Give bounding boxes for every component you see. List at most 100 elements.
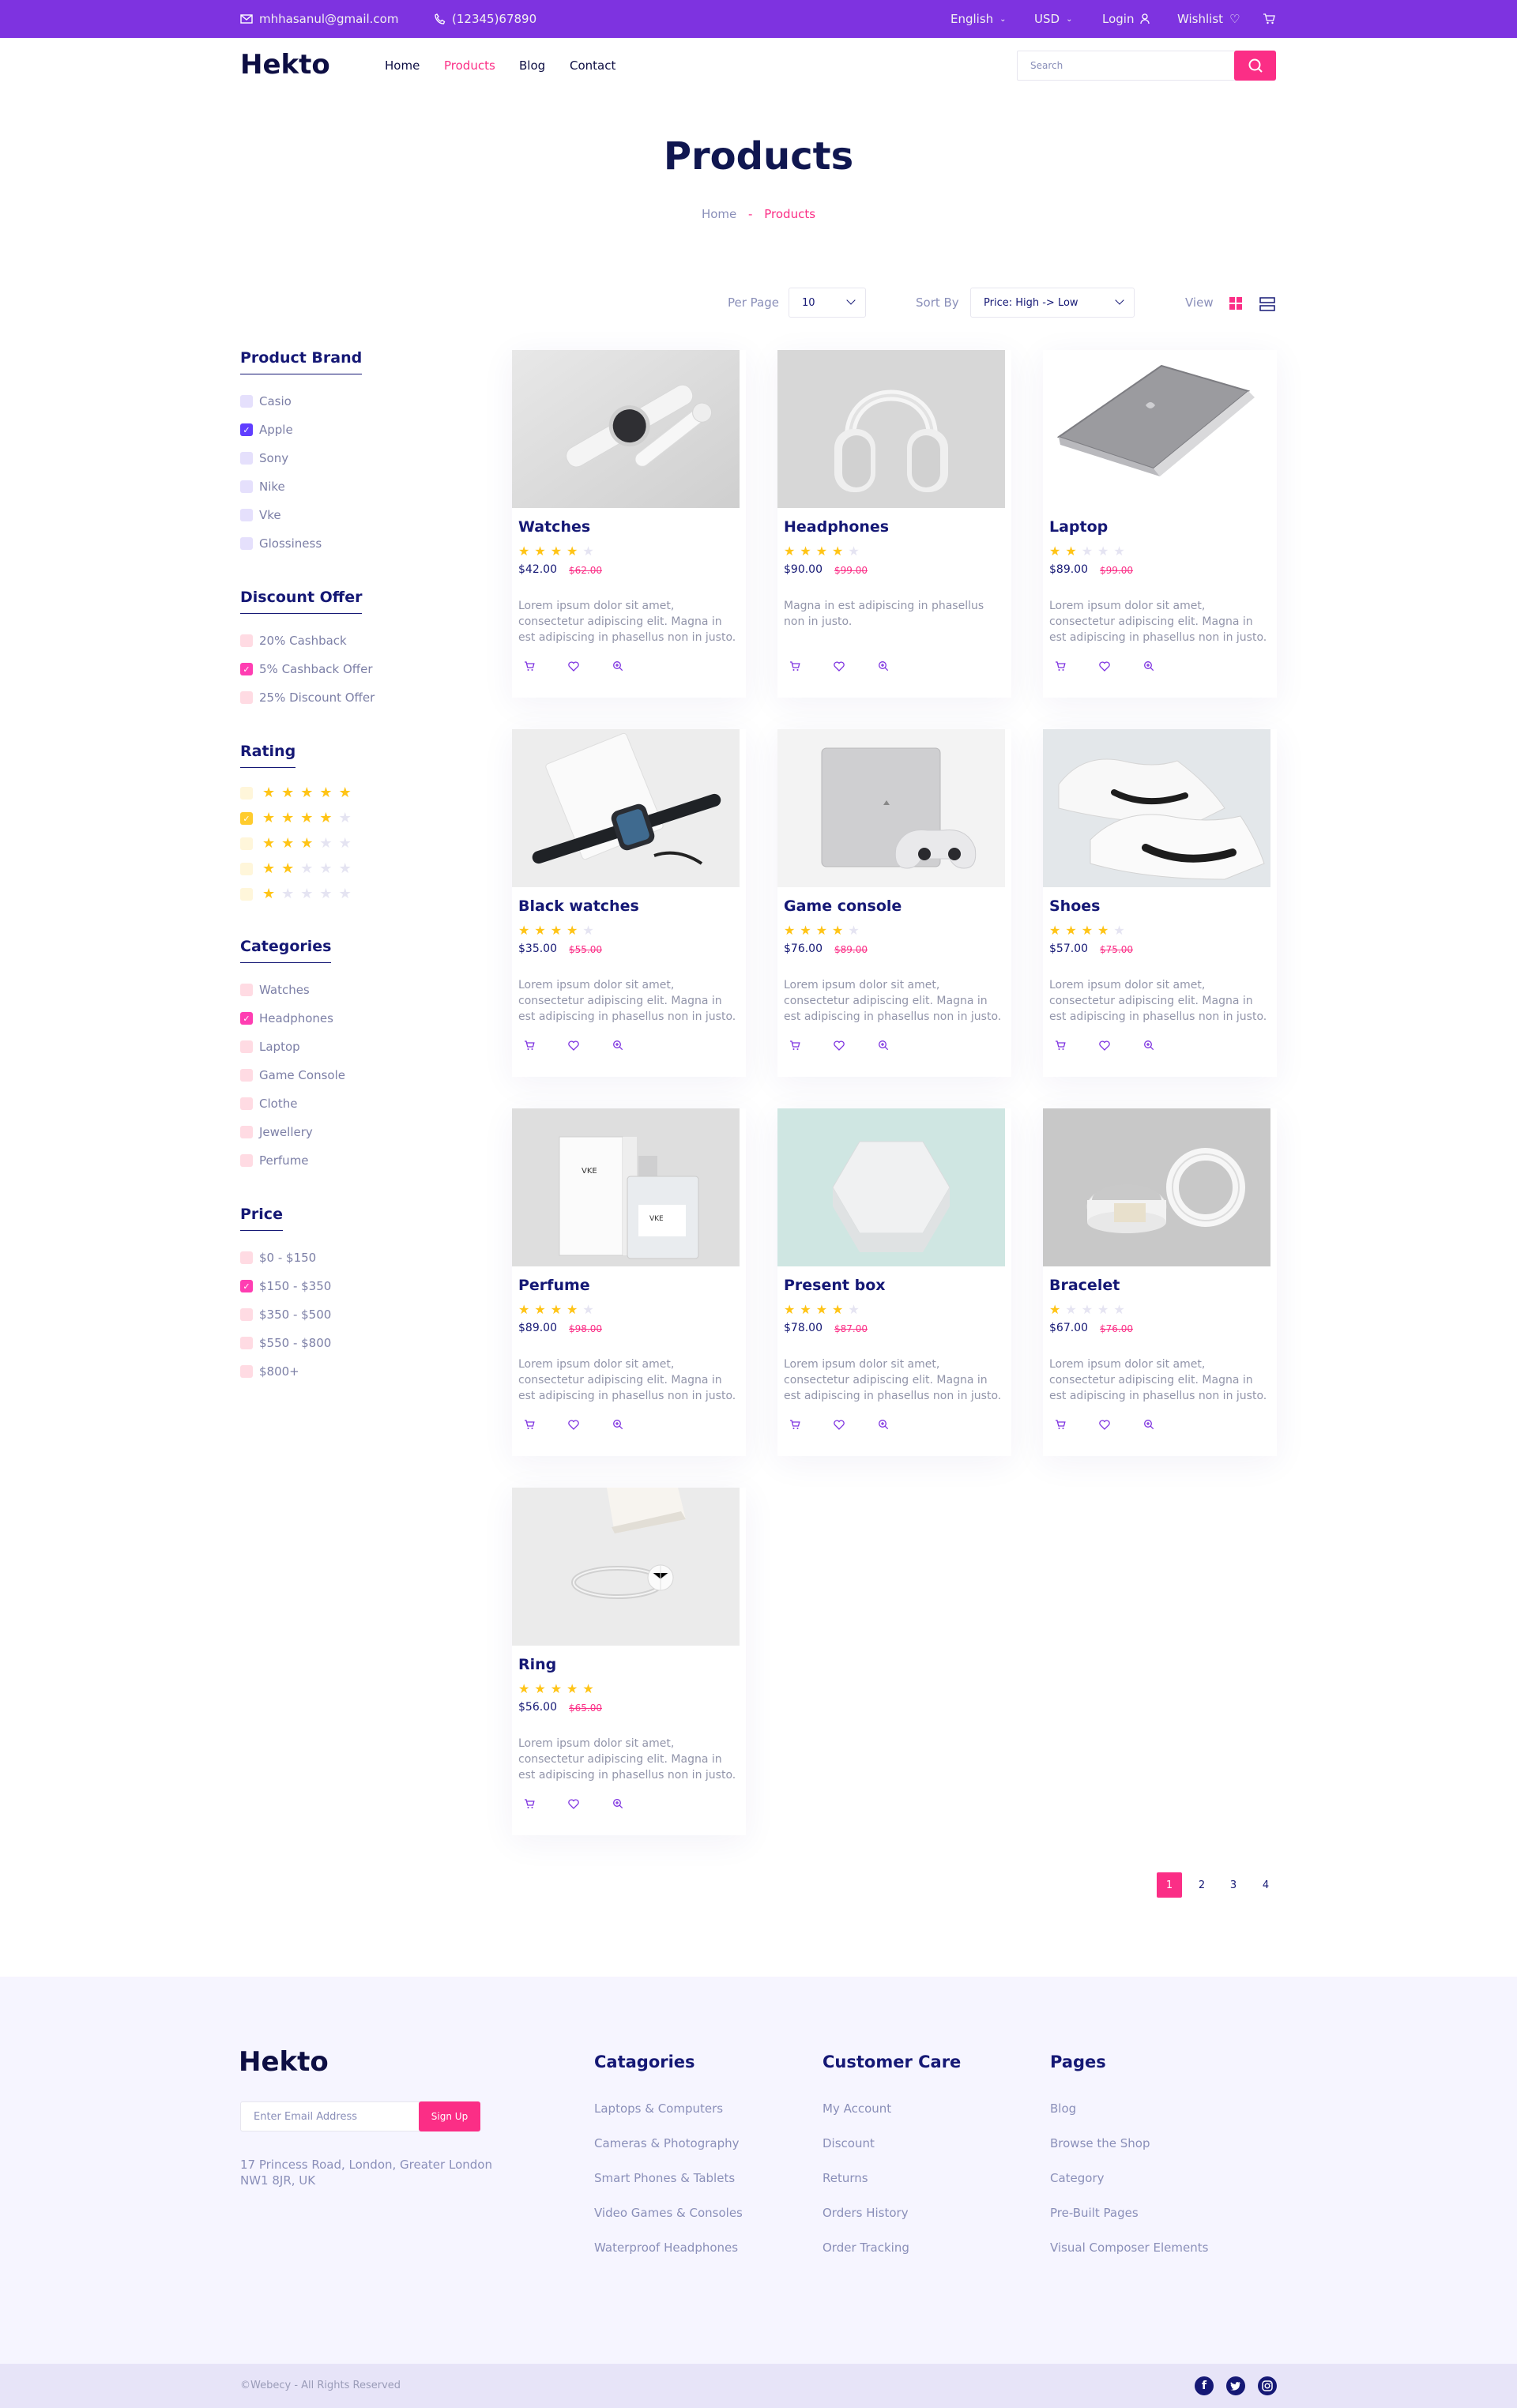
wishlist-button[interactable] — [833, 1040, 845, 1053]
footer-link[interactable]: Smart Phones & Tablets — [594, 2171, 735, 2185]
footer-link[interactable]: Cameras & Photography — [594, 2136, 740, 2150]
checkbox[interactable] — [240, 837, 253, 850]
filter-category-watches[interactable]: Watches — [240, 983, 310, 997]
language-select[interactable]: English ⌄ — [950, 0, 1007, 38]
add-to-cart-button[interactable] — [789, 1419, 801, 1432]
filter-price-150-350[interactable]: ✓ $150 - $350 — [240, 1279, 331, 1293]
footer-link[interactable]: Laptops & Computers — [594, 2101, 723, 2116]
wishlist-button[interactable] — [1098, 660, 1111, 674]
wishlist-button[interactable] — [567, 660, 580, 674]
checkbox[interactable] — [240, 452, 253, 465]
quick-view-button[interactable] — [612, 1799, 624, 1812]
quick-view-button[interactable] — [612, 1420, 624, 1432]
logo[interactable]: Hekto — [240, 49, 330, 81]
add-to-cart-button[interactable] — [789, 660, 801, 674]
checkbox[interactable] — [240, 863, 253, 875]
wishlist-button[interactable] — [567, 1419, 580, 1432]
checkbox-checked[interactable]: ✓ — [240, 1012, 253, 1025]
wishlist-button[interactable] — [1098, 1040, 1111, 1053]
product-card[interactable]: Bracelet ★ ★ ★ ★ ★ $67.00 $76.00 Lorem ipsum dol… — [1043, 1108, 1277, 1456]
checkbox-checked[interactable]: ✓ — [240, 812, 253, 825]
footer-link[interactable]: Category — [1050, 2171, 1105, 2185]
footer-link[interactable]: Video Games & Consoles — [594, 2206, 743, 2220]
product-image-headphones[interactable] — [777, 350, 1005, 508]
filter-brand-nike[interactable]: Nike — [240, 480, 285, 494]
newsletter-email-input[interactable]: Enter Email Address — [254, 2111, 357, 2123]
wishlist-button[interactable] — [833, 1419, 845, 1432]
quick-view-button[interactable] — [877, 1040, 890, 1053]
footer-link[interactable]: Order Tracking — [822, 2241, 909, 2255]
product-image-black-watch[interactable] — [512, 729, 740, 887]
filter-discount-5[interactable]: ✓ 5% Cashback Offer — [240, 662, 373, 676]
signup-button[interactable]: Sign Up — [419, 2101, 480, 2131]
product-name[interactable]: Present box — [784, 1277, 886, 1294]
per-page-select[interactable]: 10 — [789, 288, 866, 318]
nav-home[interactable]: Home — [385, 58, 420, 73]
checkbox-checked[interactable]: ✓ — [240, 423, 253, 436]
product-name[interactable]: Headphones — [784, 518, 889, 536]
filter-brand-glossiness[interactable]: Glossiness — [240, 536, 322, 551]
quick-view-button[interactable] — [612, 661, 624, 674]
filter-rating-3-stars[interactable]: ★ ★ ★ ★ ★ — [240, 837, 352, 851]
product-image-laptop[interactable] — [1043, 350, 1270, 508]
quick-view-button[interactable] — [1142, 1040, 1155, 1053]
list-view-button[interactable] — [1259, 297, 1275, 311]
checkbox-checked[interactable]: ✓ — [240, 663, 253, 675]
footer-logo[interactable]: Hekto — [239, 2046, 329, 2078]
product-name[interactable]: Bracelet — [1049, 1277, 1120, 1294]
checkbox[interactable] — [240, 1251, 253, 1264]
product-card[interactable]: Headphones ★ ★ ★ ★ ★ $90.00 $99.00 Magna in est … — [777, 350, 1011, 698]
search-button[interactable] — [1234, 51, 1276, 81]
checkbox[interactable] — [240, 691, 253, 704]
filter-brand-apple[interactable]: ✓ Apple — [240, 423, 293, 437]
footer-link[interactable]: Waterproof Headphones — [594, 2241, 738, 2255]
page-3-button[interactable]: 3 — [1221, 1872, 1246, 1898]
filter-rating-4-stars[interactable]: ✓ ★ ★ ★ ★ ★ — [240, 811, 352, 826]
footer-link[interactable]: Discount — [822, 2136, 875, 2150]
filter-price-800-plus[interactable]: $800+ — [240, 1364, 299, 1379]
checkbox[interactable] — [240, 1154, 253, 1167]
product-image-shoes[interactable] — [1043, 729, 1270, 887]
filter-discount-20[interactable]: 20% Cashback — [240, 634, 347, 648]
wishlist-button[interactable] — [567, 1798, 580, 1812]
filter-brand-vke[interactable]: Vke — [240, 508, 281, 522]
filter-category-headphones[interactable]: ✓ Headphones — [240, 1011, 333, 1025]
grid-view-button[interactable] — [1229, 297, 1242, 310]
email-contact[interactable]: mhhasanul@gmail.com — [240, 0, 398, 38]
nav-products[interactable]: Products — [444, 58, 495, 73]
checkbox[interactable] — [240, 1337, 253, 1349]
footer-link[interactable]: Returns — [822, 2171, 868, 2185]
add-to-cart-button[interactable] — [523, 660, 536, 674]
checkbox[interactable] — [240, 1040, 253, 1053]
add-to-cart-button[interactable] — [1054, 1419, 1067, 1432]
page-1-button[interactable]: 1 — [1157, 1872, 1182, 1898]
cart-button[interactable] — [1263, 0, 1275, 38]
checkbox[interactable] — [240, 1069, 253, 1082]
filter-price-350-500[interactable]: $350 - $500 — [240, 1307, 331, 1322]
product-image-present-box[interactable] — [777, 1108, 1005, 1266]
filter-category-game-console[interactable]: Game Console — [240, 1068, 345, 1082]
product-name[interactable]: Ring — [518, 1656, 556, 1673]
add-to-cart-button[interactable] — [1054, 1040, 1067, 1053]
filter-price-0-150[interactable]: $0 - $150 — [240, 1251, 316, 1265]
quick-view-button[interactable] — [877, 661, 890, 674]
footer-link[interactable]: Blog — [1050, 2101, 1076, 2116]
currency-select[interactable]: USD ⌄ — [1034, 0, 1072, 38]
product-card[interactable]: Watches ★ ★ ★ ★ ★ $42.00 $62.00 Lorem ipsum dolo… — [512, 350, 746, 698]
filter-rating-5-stars[interactable]: ★ ★ ★ ★ ★ — [240, 786, 352, 800]
phone-contact[interactable]: (12345)67890 — [435, 0, 536, 38]
checkbox[interactable] — [240, 509, 253, 521]
checkbox[interactable] — [240, 1097, 253, 1110]
product-image-bracelet[interactable] — [1043, 1108, 1270, 1266]
wishlist-button[interactable] — [833, 660, 845, 674]
quick-view-button[interactable] — [1142, 1420, 1155, 1432]
checkbox[interactable] — [240, 480, 253, 493]
checkbox[interactable] — [240, 1308, 253, 1321]
instagram-icon[interactable] — [1258, 2376, 1277, 2395]
add-to-cart-button[interactable] — [1054, 660, 1067, 674]
checkbox[interactable] — [240, 634, 253, 647]
add-to-cart-button[interactable] — [789, 1040, 801, 1053]
product-name[interactable]: Game console — [784, 897, 902, 915]
product-card[interactable]: VKE VKE Perfume ★ ★ ★ ★ ★ $89.00 $98.00 Lorem ipsu… — [512, 1108, 746, 1456]
checkbox[interactable] — [240, 1126, 253, 1138]
